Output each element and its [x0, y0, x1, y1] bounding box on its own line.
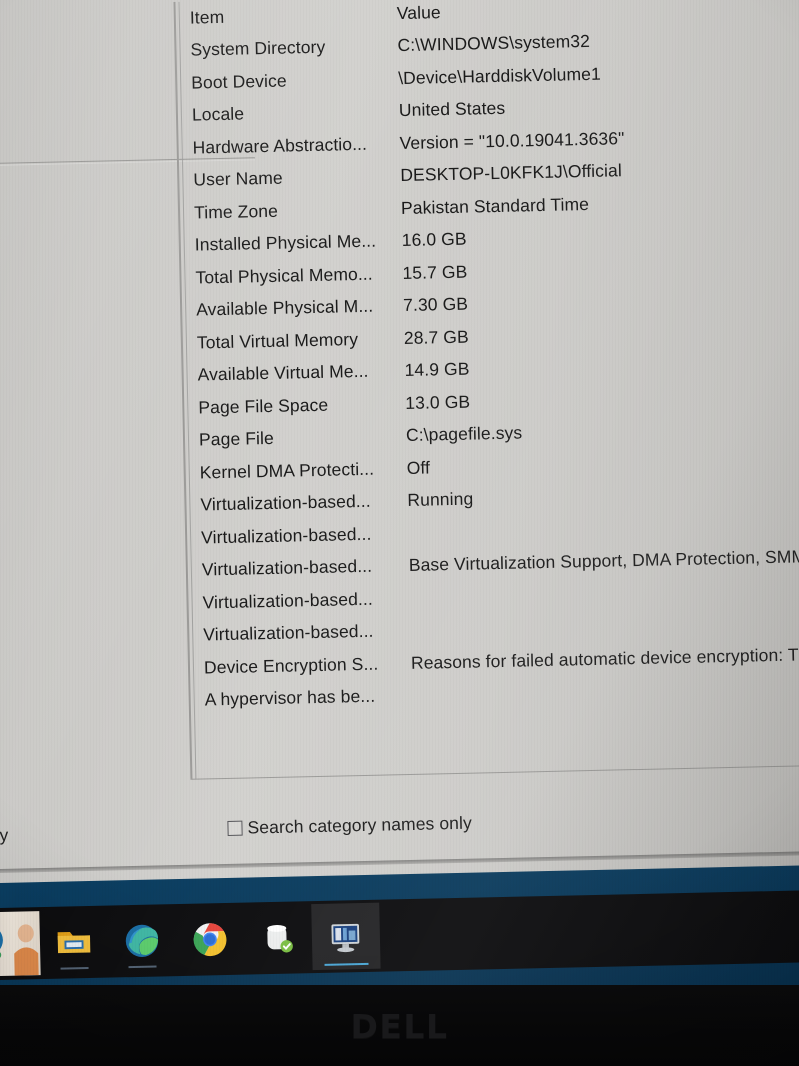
- photo-of-laptop-screen: Item Value System Directory C:\WINDOWS\sy…: [0, 0, 799, 1066]
- cell-value: Reasons for failed automatic device encr…: [410, 643, 799, 673]
- taskbar-item-system-information[interactable]: [311, 902, 381, 971]
- cell-item: System Directory: [190, 36, 326, 60]
- cell-value: 14.9 GB: [404, 358, 470, 381]
- taskbar-item-microsoft-edge[interactable]: [107, 907, 176, 974]
- cell-item: Kernel DMA Protecti...: [199, 458, 375, 483]
- cell-item: Virtualization-based...: [200, 523, 372, 548]
- cell-value: Pakistan Standard Time: [400, 193, 590, 218]
- cell-item: User Name: [193, 167, 283, 190]
- system-information-icon: [331, 923, 360, 953]
- cell-item: Total Virtual Memory: [196, 328, 359, 353]
- taskbar-item-google-chrome[interactable]: [175, 906, 244, 973]
- cell-item: Hardware Abstractio...: [192, 133, 368, 158]
- cell-value: \Device\HarddiskVolume1: [397, 63, 602, 88]
- cell-item: Available Physical M...: [195, 295, 374, 320]
- file-explorer-icon: [57, 931, 91, 954]
- checkbox-box-icon[interactable]: [227, 820, 243, 836]
- cell-item: Page File Space: [198, 394, 329, 418]
- cell-value: DESKTOP-L0KFK1J\Official: [400, 160, 623, 186]
- column-header-item[interactable]: Item: [190, 3, 397, 29]
- search-selected-partial-label: ly: [0, 824, 9, 846]
- search-category-names-only-checkbox[interactable]: Search category names only: [227, 813, 472, 839]
- cell-item: Locale: [191, 103, 245, 125]
- cell-value: United States: [398, 97, 506, 121]
- cell-item: Total Physical Memo...: [195, 263, 373, 288]
- cell-item: Virtualization-based...: [200, 491, 371, 515]
- app-thumbnail-icon: [0, 911, 41, 977]
- search-category-names-only-label: Search category names only: [247, 812, 473, 838]
- cell-value: 13.0 GB: [405, 391, 471, 413]
- cell-item: Virtualization-based...: [202, 588, 374, 613]
- laptop-screen: Item Value System Directory C:\WINDOWS\sy…: [0, 0, 799, 990]
- cell-value: Off: [406, 457, 431, 478]
- cell-value: 28.7 GB: [403, 326, 469, 348]
- system-information-window: Item Value System Directory C:\WINDOWS\sy…: [0, 0, 799, 884]
- cell-item: A hypervisor has be...: [204, 685, 376, 710]
- cell-item: Boot Device: [191, 70, 287, 93]
- dell-logo: DELL: [350, 1007, 449, 1046]
- decorative-thumbnail-art: [0, 924, 39, 976]
- microsoft-edge-icon: [125, 924, 159, 958]
- taskbar-items: [0, 900, 381, 981]
- column-header-value[interactable]: Value: [397, 0, 799, 24]
- storage-app-icon: [267, 925, 293, 953]
- cell-value: [412, 686, 799, 696]
- cell-value: [410, 588, 799, 598]
- system-summary-listview[interactable]: Item Value System Directory C:\WINDOWS\sy…: [173, 0, 799, 779]
- cell-item: Device Encryption S...: [203, 653, 379, 678]
- cell-item: Available Virtual Me...: [197, 361, 369, 385]
- screen-content-skew: Item Value System Directory C:\WINDOWS\sy…: [0, 0, 799, 990]
- taskbar-item-file-explorer[interactable]: [39, 909, 108, 976]
- cell-value: 7.30 GB: [402, 293, 469, 316]
- cell-item: Time Zone: [193, 200, 279, 223]
- taskbar-item-app-thumbnail[interactable]: [0, 910, 41, 977]
- cell-value: Base Virtualization Support, DMA Protect…: [408, 546, 799, 576]
- listview-rows: Item Value System Directory C:\WINDOWS\sy…: [175, 0, 799, 717]
- taskbar-item-storage-app[interactable]: [243, 904, 312, 971]
- cell-item: Virtualization-based...: [203, 620, 374, 645]
- laptop-bezel: DELL: [0, 985, 799, 1066]
- cell-item: Virtualization-based...: [201, 556, 373, 580]
- cell-value: [408, 524, 799, 534]
- cell-value: Version = "10.0.19041.3636": [399, 127, 625, 153]
- cell-value: C:\pagefile.sys: [405, 422, 523, 446]
- cell-item: Installed Physical Me...: [194, 230, 377, 255]
- cell-value: 16.0 GB: [401, 228, 467, 251]
- cell-value: Running: [407, 488, 474, 511]
- cell-item: Page File: [198, 428, 275, 450]
- google-chrome-icon: [193, 923, 227, 957]
- cell-value: C:\WINDOWS\system32: [397, 31, 591, 56]
- cell-value: [410, 621, 799, 631]
- cell-value: 15.7 GB: [402, 261, 468, 283]
